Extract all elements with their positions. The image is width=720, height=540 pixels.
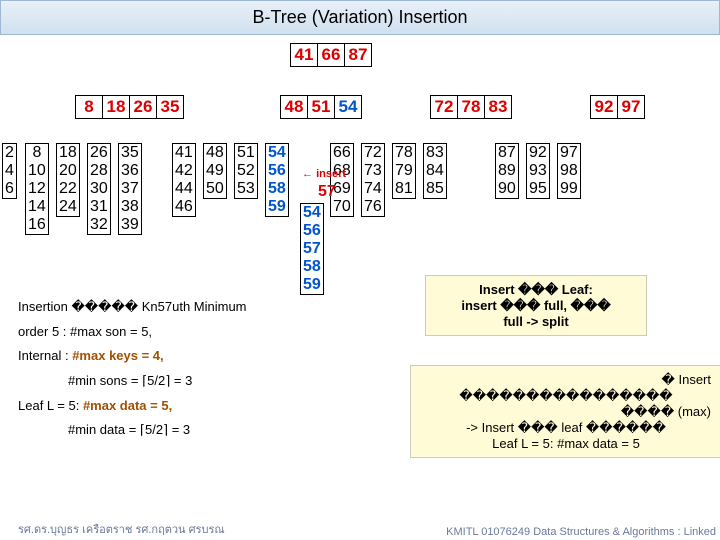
insert-arrow-label: ← insert: [302, 168, 346, 180]
leaf-node: 18202224: [56, 143, 80, 217]
rule-internal: Internal :: [18, 348, 72, 363]
internal-node: 9297: [590, 95, 645, 119]
internal-node: 8182635: [75, 95, 184, 119]
footer-right: KMITL 01076249 Data Structures & Algorit…: [446, 526, 716, 538]
overflow-node: 5456575859: [300, 203, 324, 295]
root-node: 416687: [290, 43, 372, 67]
leaf-node: 979899: [557, 143, 581, 199]
leaf-node: 3536373839: [118, 143, 142, 235]
footer-left: รศ.ดร.บุญธร เครือตราช รศ.กฤตวน ศรบรณ: [18, 520, 225, 538]
btree-diagram: 416687 8182635 485154 727883 9297 246 81…: [0, 43, 720, 303]
leaf-node: 41424446: [172, 143, 196, 217]
leaf-node: 810121416: [25, 143, 49, 235]
leaf-node: 72737476: [361, 143, 385, 217]
leaf-node: 929395: [526, 143, 550, 199]
callout-max: � Insert ���������������� ���� (max) -> …: [410, 365, 720, 458]
callout-split: Insert ��� Leaf: insert ��� full, ��� fu…: [425, 275, 647, 336]
leaf-node: 54565859: [265, 143, 289, 217]
insert-value: 57: [318, 183, 336, 201]
leaf-node: 838485: [423, 143, 447, 199]
leaf-node: 878990: [495, 143, 519, 199]
page-title: B-Tree (Variation) Insertion: [0, 0, 720, 35]
leaf-node: 246: [2, 143, 17, 199]
internal-node: 727883: [430, 95, 512, 119]
internal-node: 485154: [280, 95, 362, 119]
leaf-node: 484950: [203, 143, 227, 199]
rules-text: Insertion ����� Kn57uth Minimum order 5 …: [18, 295, 247, 443]
leaf-node: 787981: [392, 143, 416, 199]
leaf-node: 515253: [234, 143, 258, 199]
leaf-node: 2628303132: [87, 143, 111, 235]
leaf-node: 66686970: [330, 143, 354, 217]
